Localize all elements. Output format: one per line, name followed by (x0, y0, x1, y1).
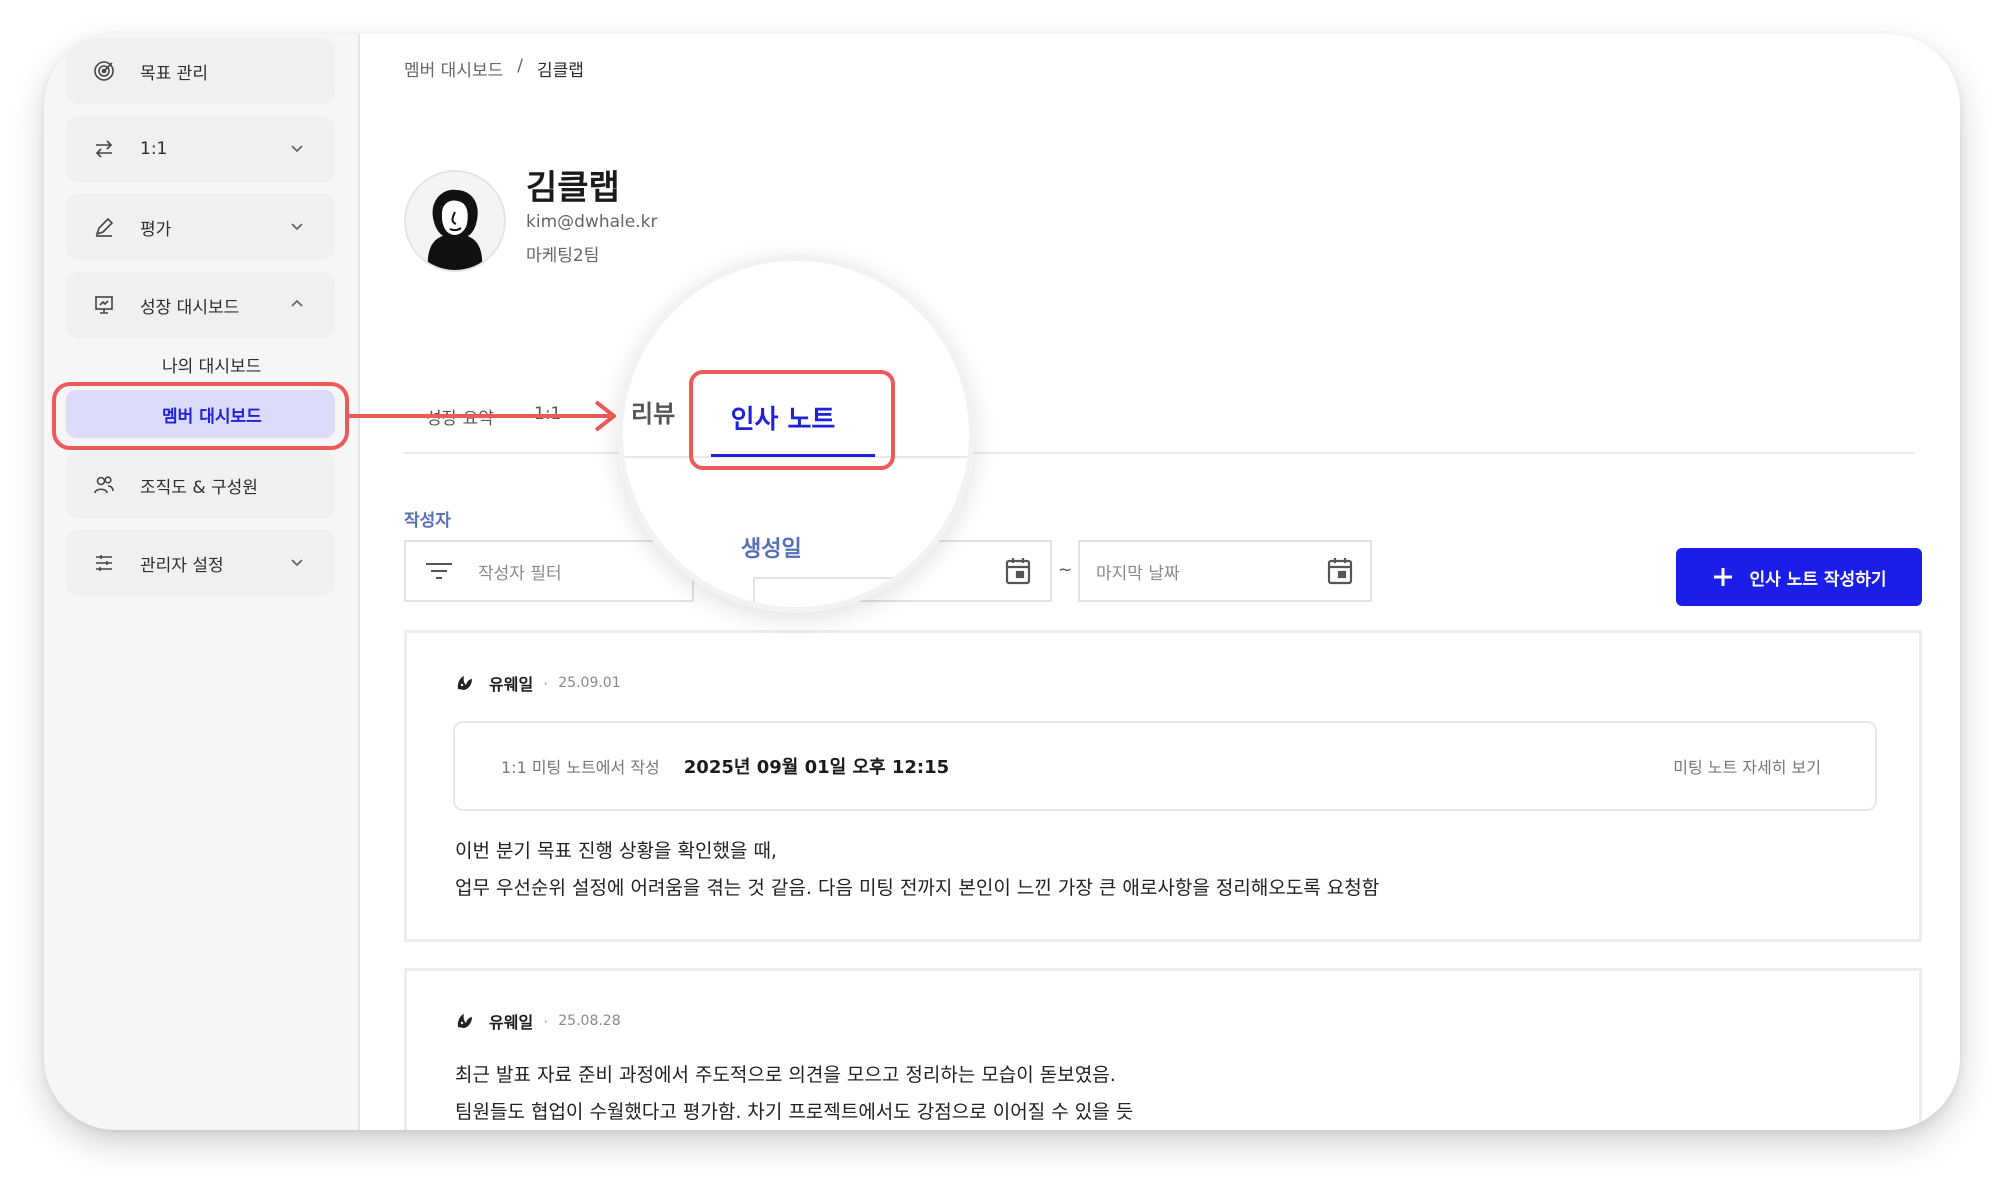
sidebar-item-growth-dashboard[interactable]: 성장 대시보드 (66, 272, 335, 338)
author-filter-input[interactable]: 작성자 필터 (404, 540, 694, 602)
sidebar-subitem-label: 나의 대시보드 (162, 356, 262, 377)
sidebar-item-one-on-one[interactable]: 1:1 (66, 116, 335, 182)
hr-note-card: 유웨일 · 25.08.28 최근 발표 자료 준비 과정에서 주도적으로 의견… (404, 968, 1922, 1130)
note-author-name: 유웨일 (489, 1013, 534, 1032)
target-icon (90, 57, 118, 85)
note-date: 25.09.01 (558, 675, 621, 691)
note-meta-separator: · (543, 1011, 549, 1031)
create-hr-note-button[interactable]: 인사 노트 작성하기 (1676, 548, 1922, 606)
sidebar-item-label: 성장 대시보드 (140, 297, 240, 318)
chevron-down-icon (291, 559, 303, 567)
meeting-note-detail-link[interactable]: 미팅 노트 자세히 보기 (1673, 754, 1821, 778)
presentation-icon (90, 291, 118, 319)
note-meta-separator: · (543, 673, 549, 693)
avatar (404, 170, 506, 272)
chevron-down-icon (291, 145, 303, 153)
calendar-icon (1005, 558, 1031, 585)
note-author: 유웨일 · 25.08.28 (455, 1009, 621, 1033)
plus-icon (1713, 568, 1732, 586)
meeting-datetime: 2025년 09월 01일 오후 12:15 (683, 757, 950, 778)
note-line: 업무 우선순위 설정에 어려움을 겪는 것 같음. 다음 미팅 전까지 본인이 … (455, 877, 1380, 899)
date-range-separator: ~ (1058, 560, 1073, 580)
breadcrumb: 멤버 대시보드 / 김클랩 (404, 56, 584, 81)
profile-email: kim@dwhale.kr (526, 212, 658, 232)
breadcrumb-separator: / (517, 56, 523, 76)
pen-icon (90, 213, 118, 241)
breadcrumb-parent[interactable]: 멤버 대시보드 (404, 56, 503, 81)
calendar-icon (1327, 558, 1353, 585)
sidebar-item-org-chart[interactable]: 조직도 & 구성원 (66, 452, 335, 518)
chevron-down-icon (291, 223, 303, 231)
note-line: 최근 발표 자료 준비 과정에서 주도적으로 의견을 모으고 정리하는 모습이 … (455, 1064, 1116, 1086)
note-line: 팀원들도 협업이 수월했다고 평가함. 차기 프로젝트에서도 강점으로 이어질 … (455, 1101, 1134, 1123)
sidebar-item-label: 조직도 & 구성원 (140, 477, 258, 498)
sidebar-item-label: 평가 (140, 219, 172, 240)
profile-team: 마케팅2팀 (526, 246, 600, 266)
sidebar-item-label: 1:1 (140, 139, 168, 159)
breadcrumb-current: 김클랩 (536, 61, 584, 81)
sidebar-item-admin-settings[interactable]: 관리자 설정 (66, 530, 335, 596)
people-icon (90, 471, 118, 499)
app-window: 목표 관리 1:1 평가 성장 대시보드 나의 대시보드 멤버 대시보드 조직도… (44, 34, 1960, 1130)
note-author: 유웨일 · 25.09.01 (455, 671, 621, 695)
whale-icon (457, 676, 472, 690)
note-author-name: 유웨일 (489, 675, 534, 694)
sidebar-highlight-box (52, 382, 349, 450)
chevron-up-icon (291, 299, 303, 307)
author-filter-label: 작성자 (404, 511, 451, 531)
whale-icon (457, 1014, 472, 1028)
filter-icon (426, 563, 452, 579)
exchange-icon (90, 135, 118, 163)
profile-name: 김클랩 (526, 168, 620, 208)
callout-arrow (348, 400, 616, 432)
tab-review[interactable]: 리뷰 (631, 394, 675, 429)
sliders-icon (90, 549, 118, 577)
end-date-placeholder: 마지막 날짜 (1096, 563, 1180, 584)
sidebar-item-evaluation[interactable]: 평가 (66, 194, 335, 260)
meeting-note-reference: 1:1 미팅 노트에서 작성 2025년 09월 01일 오후 12:15 미팅… (453, 721, 1877, 811)
end-date-input[interactable]: 마지막 날짜 (1078, 540, 1372, 602)
note-body: 이번 분기 목표 진행 상황을 확인했을 때, 업무 우선순위 설정에 어려움을… (455, 833, 1379, 907)
sidebar: 목표 관리 1:1 평가 성장 대시보드 나의 대시보드 멤버 대시보드 조직도… (44, 34, 360, 1130)
note-body: 최근 발표 자료 준비 과정에서 주도적으로 의견을 모으고 정리하는 모습이 … (455, 1057, 1133, 1130)
hr-note-card: 유웨일 · 25.09.01 1:1 미팅 노트에서 작성 2025년 09월 … (404, 630, 1922, 942)
meeting-source-label: 1:1 미팅 노트에서 작성 (501, 758, 660, 777)
note-line: 이번 분기 목표 진행 상황을 확인했을 때, (455, 840, 777, 862)
sidebar-subitem-my-dashboard[interactable]: 나의 대시보드 (66, 340, 335, 388)
sidebar-item-goals[interactable]: 목표 관리 (66, 38, 335, 104)
author-filter-placeholder: 작성자 필터 (478, 563, 562, 584)
note-date: 25.08.28 (558, 1013, 621, 1029)
main-content: 멤버 대시보드 / 김클랩 김클랩 kim@dwhale.kr 마케팅2팀 성장… (358, 34, 1960, 1130)
sidebar-item-label: 관리자 설정 (140, 555, 224, 576)
date-filter-label: 생성일 (741, 537, 802, 562)
create-hr-note-label: 인사 노트 작성하기 (1749, 569, 1887, 590)
tab-highlight-box (689, 370, 895, 470)
sidebar-item-label: 목표 관리 (140, 63, 208, 84)
